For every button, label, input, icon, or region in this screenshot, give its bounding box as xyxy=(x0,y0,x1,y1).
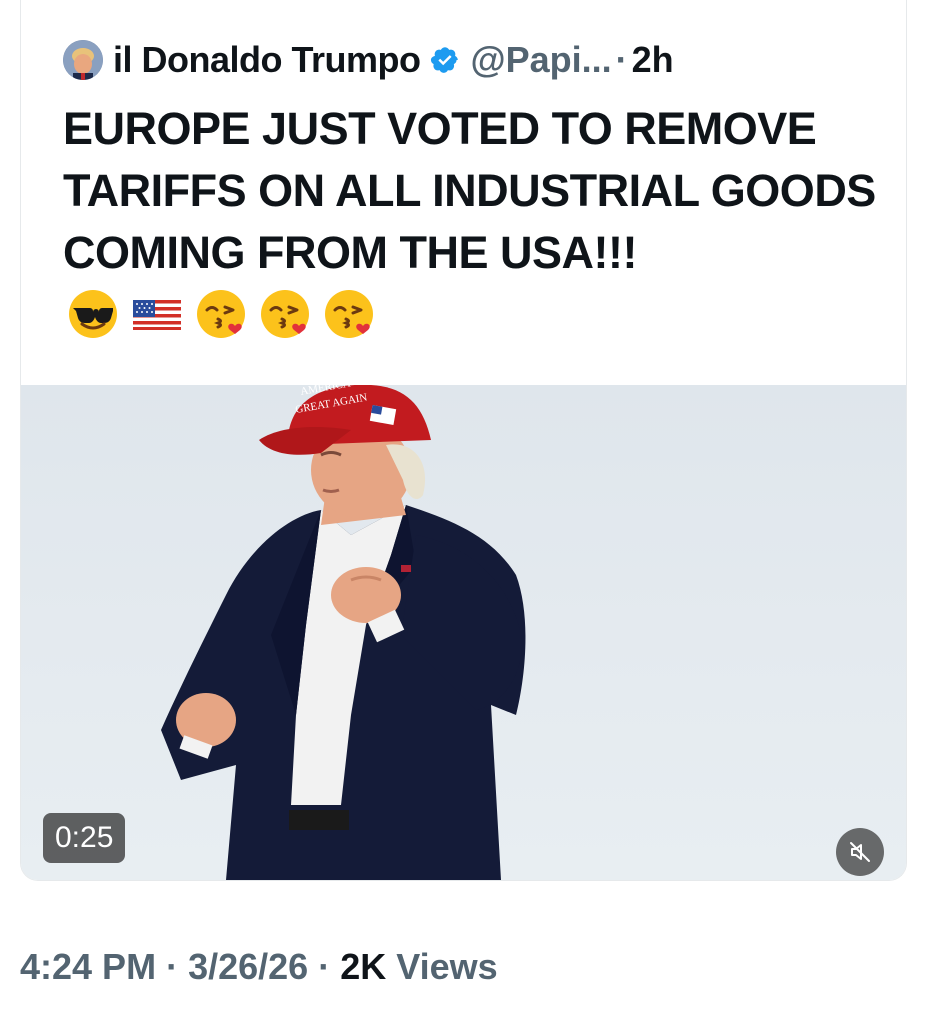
tweet-body: EUROPE JUST VOTED TO REMOVE TARIFFS ON A… xyxy=(63,103,876,278)
video-frame: AMERICA GREAT AGAIN xyxy=(161,385,526,880)
separator-dot: · xyxy=(615,39,628,80)
meta-separator: · xyxy=(166,946,179,987)
meta-separator: · xyxy=(318,946,331,987)
mute-button[interactable] xyxy=(836,828,884,876)
tweet-age[interactable]: 2h xyxy=(632,39,674,81)
muted-speaker-icon xyxy=(850,842,870,862)
smiling-face-with-sunglasses-icon xyxy=(69,290,117,339)
face-blowing-a-kiss-icon xyxy=(197,290,245,339)
tweet-meta: 4:24 PM · 3/26/26 · 2K Views xyxy=(20,946,498,988)
avatar[interactable] xyxy=(63,40,103,80)
video-player[interactable]: AMERICA GREAT AGAIN 0:25 xyxy=(21,385,906,880)
views-count: 2K xyxy=(340,946,387,987)
emoji-row xyxy=(67,288,375,340)
tweet-card[interactable]: il Donaldo Trumpo @Papi... · 2h EUROPE J… xyxy=(20,0,907,881)
handle[interactable]: @Papi... xyxy=(470,39,611,81)
video-duration: 0:25 xyxy=(43,813,126,863)
us-flag-icon xyxy=(133,300,181,331)
display-name[interactable]: il Donaldo Trumpo xyxy=(113,39,421,81)
tweet-date[interactable]: 3/26/26 xyxy=(188,946,308,987)
verified-badge-icon xyxy=(431,47,459,73)
face-blowing-a-kiss-icon xyxy=(325,290,373,339)
tweet-text: EUROPE JUST VOTED TO REMOVE TARIFFS ON A… xyxy=(63,98,883,346)
face-blowing-a-kiss-icon xyxy=(261,290,309,339)
tweet-time[interactable]: 4:24 PM xyxy=(20,946,156,987)
tweet-header: il Donaldo Trumpo @Papi... · 2h xyxy=(63,36,674,84)
views-label: Views xyxy=(396,946,498,987)
